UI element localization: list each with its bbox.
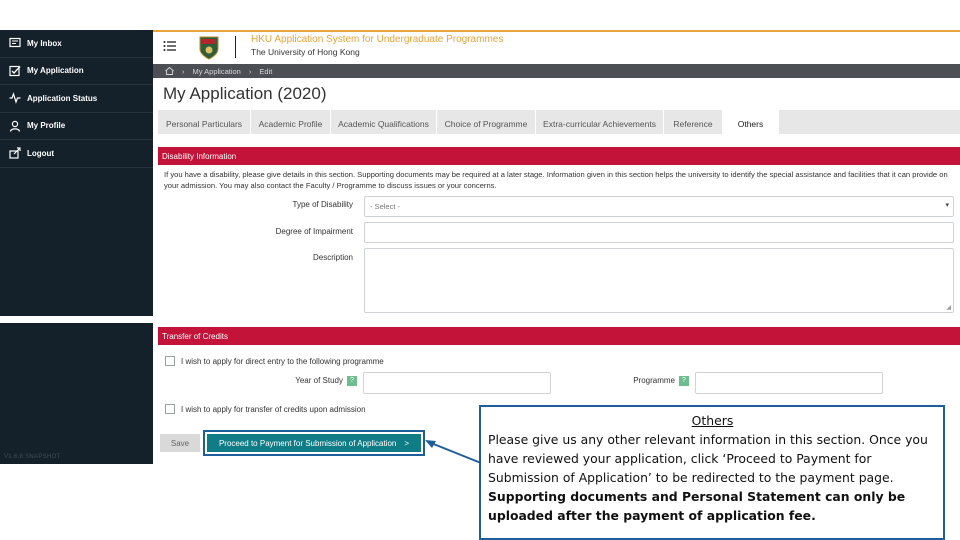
- version-label: V1.6.8 SNAPSHOT: [4, 454, 61, 460]
- breadcrumb: › My Application › Edit: [153, 64, 960, 78]
- callout-bold-text: Supporting documents and Personal Statem…: [488, 489, 906, 523]
- sidebar-item-my-profile[interactable]: My Profile: [0, 113, 153, 140]
- sidebar-item-label: My Inbox: [27, 38, 62, 48]
- callout-text: Please give us any other relevant inform…: [488, 432, 928, 485]
- help-icon[interactable]: ?: [679, 376, 689, 386]
- sidebar-lower: V1.6.8 SNAPSHOT: [0, 323, 153, 464]
- tab-reference[interactable]: Reference: [664, 110, 723, 134]
- university-crest-logo: [199, 36, 219, 60]
- sidebar-item-label: Logout: [27, 148, 55, 158]
- tab-academic-qualifications[interactable]: Academic Qualifications: [331, 110, 437, 134]
- page-title: My Application (2020): [163, 84, 327, 103]
- callout-title: Others: [691, 413, 734, 428]
- transfer-credit-checkbox[interactable]: [165, 404, 175, 414]
- university-name: The University of Hong Kong: [251, 47, 360, 57]
- system-title: HKU Application System for Undergraduate…: [251, 34, 504, 45]
- callout-arrow: [425, 440, 482, 464]
- disability-section-header: Disability Information: [158, 147, 960, 165]
- tab-academic-profile[interactable]: Academic Profile: [251, 110, 331, 134]
- checkbox-icon: [8, 64, 22, 78]
- home-icon[interactable]: [165, 67, 174, 75]
- instruction-callout: Others Please give us any other relevant…: [479, 405, 945, 540]
- programme-input[interactable]: [695, 372, 883, 394]
- type-of-disability-value: - Select -: [370, 202, 401, 211]
- tab-extra-curricular-achievements[interactable]: Extra-curricular Achievements: [536, 110, 664, 134]
- transfer-credits-section-header: Transfer of Credits: [158, 327, 960, 345]
- breadcrumb-item-my-application[interactable]: My Application: [193, 67, 241, 76]
- description-label: Description: [312, 253, 353, 262]
- chevron-right-icon: ›: [182, 66, 185, 76]
- transfer-credit-label: I wish to apply for transfer of credits …: [181, 405, 366, 414]
- inbox-icon: [8, 36, 22, 50]
- degree-of-impairment-label: Degree of Impairment: [275, 227, 353, 236]
- programme-label: Programme: [633, 376, 675, 385]
- proceed-to-payment-label: Proceed to Payment for Submission of App…: [218, 438, 397, 448]
- sidebar-item-application-status[interactable]: Application Status: [0, 85, 153, 113]
- proceed-to-payment-button[interactable]: Proceed to Payment for Submission of App…: [207, 434, 421, 452]
- year-of-study-label: Year of Study: [295, 376, 343, 385]
- sidebar-item-label: My Application: [27, 66, 84, 76]
- year-of-study-input[interactable]: [363, 372, 551, 394]
- sidebar-item-label: Application Status: [27, 93, 98, 103]
- resize-handle-icon[interactable]: ◢: [946, 304, 951, 311]
- save-button[interactable]: Save: [160, 434, 200, 452]
- help-icon[interactable]: ?: [347, 376, 357, 386]
- degree-of-impairment-input[interactable]: [364, 222, 954, 243]
- header-divider: [235, 36, 236, 58]
- logout-icon: [8, 146, 22, 160]
- sidebar-item-label: My Profile: [27, 121, 66, 131]
- direct-entry-label: I wish to apply for direct entry to the …: [181, 357, 384, 366]
- chevron-right-icon: >: [404, 438, 410, 448]
- user-icon: [8, 119, 22, 133]
- direct-entry-checkbox[interactable]: [165, 356, 175, 366]
- header: HKU Application System for Undergraduate…: [153, 32, 960, 64]
- type-of-disability-select[interactable]: - Select - ▾: [364, 196, 954, 217]
- type-of-disability-label: Type of Disability: [292, 200, 353, 209]
- disability-description-text: If you have a disability, please give de…: [164, 170, 948, 190]
- caret-down-icon: ▾: [945, 202, 949, 209]
- sidebar: My Inbox My Application Application Stat…: [0, 30, 153, 316]
- description-textarea[interactable]: ◢: [364, 248, 954, 313]
- tab-personal-particulars[interactable]: Personal Particulars: [158, 110, 251, 134]
- sidebar-item-inbox[interactable]: My Inbox: [0, 30, 153, 58]
- activity-icon: [8, 91, 22, 105]
- sidebar-item-my-application[interactable]: My Application: [0, 58, 153, 85]
- breadcrumb-item-edit: Edit: [259, 66, 273, 76]
- tab-bar: Personal Particulars Academic Profile Ac…: [158, 110, 960, 134]
- menu-list-icon[interactable]: [163, 40, 177, 52]
- tab-others[interactable]: Others: [723, 110, 779, 134]
- tab-choice-of-programme[interactable]: Choice of Programme: [437, 110, 536, 134]
- sidebar-item-logout[interactable]: Logout: [0, 140, 153, 168]
- chevron-right-icon: ›: [248, 66, 252, 76]
